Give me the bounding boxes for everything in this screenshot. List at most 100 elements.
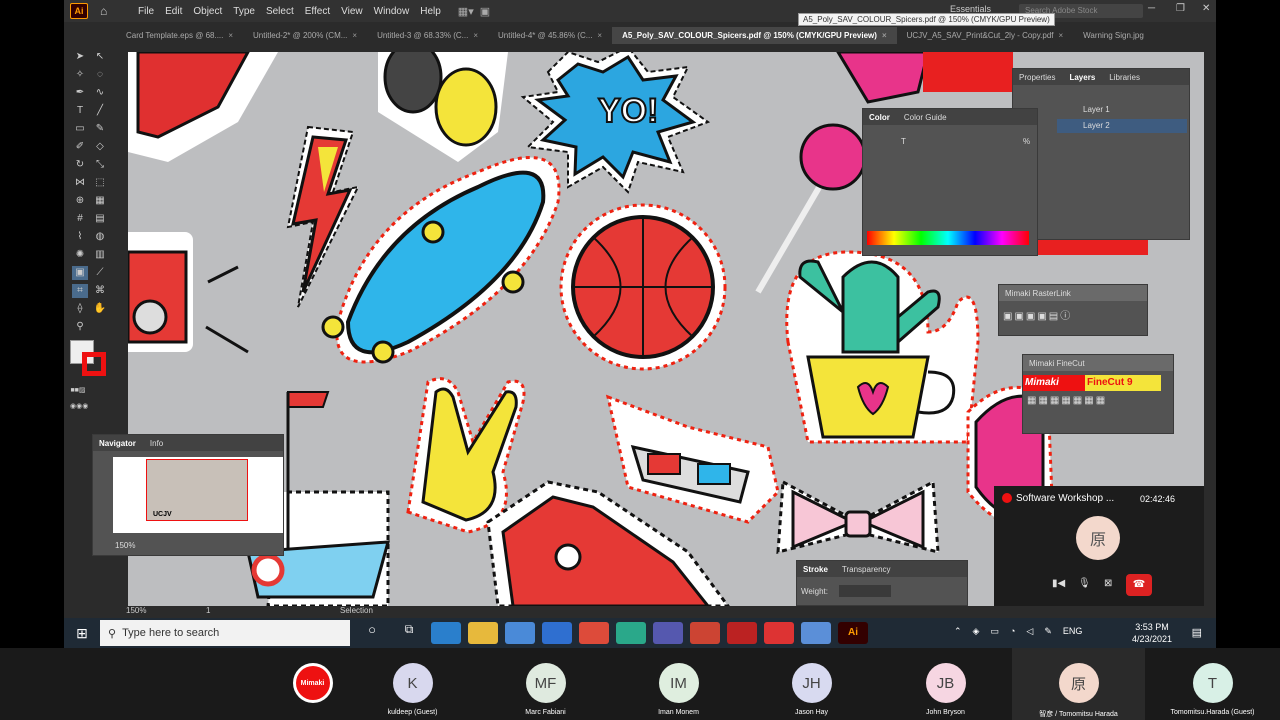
tab-color-guide[interactable]: Color Guide — [904, 113, 947, 122]
menu-help[interactable]: Help — [420, 6, 441, 17]
crop-icon[interactable]: ⌗ — [72, 284, 88, 298]
direct-selection-tool-icon[interactable]: ↖ — [92, 50, 108, 64]
teams-icon[interactable] — [653, 622, 683, 644]
tab-document[interactable]: UCJV_A5_SAV_Print&Cut_2ly - Copy.pdf × — [897, 27, 1074, 44]
pen-tool-icon[interactable]: ✒ — [72, 86, 88, 100]
arrange-documents-icon[interactable]: ▦▾ — [458, 5, 474, 18]
tray-battery-icon[interactable]: ▭ — [990, 626, 999, 637]
store-icon[interactable] — [505, 622, 535, 644]
task-view-icon[interactable]: ⧉ — [394, 622, 424, 644]
tab-layers[interactable]: Layers — [1069, 73, 1095, 82]
graph-icon[interactable]: ▥ — [92, 248, 108, 262]
menu-object[interactable]: Object — [193, 6, 222, 17]
selection-tool-icon[interactable]: ➤ — [72, 50, 88, 64]
mesh-icon[interactable]: # — [72, 212, 88, 226]
close-tab-icon[interactable]: × — [1059, 31, 1064, 40]
windows-start-icon[interactable]: ⊞ — [64, 625, 100, 642]
symbol-icon[interactable]: ⌘ — [92, 284, 108, 298]
app-icon[interactable] — [801, 622, 831, 644]
navigator-zoom[interactable]: 150% — [115, 541, 135, 550]
home-icon[interactable]: ⌂ — [100, 4, 116, 18]
menu-select[interactable]: Select — [266, 6, 294, 17]
close-tab-icon[interactable]: × — [473, 31, 478, 40]
edge-dev-icon[interactable] — [616, 622, 646, 644]
rotate-icon[interactable]: ↻ — [72, 158, 88, 172]
lasso-icon[interactable]: ◌ — [92, 68, 108, 82]
layer-row-selected[interactable]: Layer 2 — [1057, 119, 1187, 133]
shaper-icon[interactable]: ✐ — [72, 140, 88, 154]
free-transform-icon[interactable]: ⬚ — [92, 176, 108, 190]
width-tool-icon[interactable]: ⋈ — [72, 176, 88, 190]
leave-call-button[interactable]: ☎ — [1126, 574, 1152, 596]
color-spectrum-slider[interactable] — [867, 231, 1029, 245]
type-tool-icon[interactable]: T — [72, 104, 88, 118]
mute-icon[interactable]: 🎙 — [1078, 578, 1091, 589]
tray-volume-icon[interactable]: ◁ — [1026, 626, 1033, 637]
taskbar-clock[interactable]: 3:53 PM 4/23/2021 — [1132, 621, 1172, 645]
tray-chevron-icon[interactable]: ⌃ — [954, 626, 962, 637]
navigator-thumbnail[interactable]: UCJV — [113, 457, 283, 533]
video-off-icon[interactable]: ▮◀ — [1052, 578, 1065, 589]
paintbrush-icon[interactable]: ✎ — [92, 122, 108, 136]
tab-properties[interactable]: Properties — [1019, 73, 1055, 82]
artboard-icon[interactable]: ▣ — [72, 266, 88, 280]
tab-document[interactable]: Warning Sign.jpg — [1073, 27, 1154, 44]
color-mode-icons[interactable]: ■■▨ — [70, 384, 86, 398]
curvature-icon[interactable]: ∿ — [92, 86, 108, 100]
minimize-icon[interactable]: ─ — [1148, 3, 1155, 14]
status-page[interactable]: 1 — [206, 606, 210, 615]
scale-icon[interactable]: ⤡ — [92, 158, 108, 172]
slice-icon[interactable]: ⟋ — [92, 266, 108, 280]
illustrator-taskbar-icon[interactable]: Ai — [838, 622, 868, 644]
chrome-icon[interactable] — [579, 622, 609, 644]
menu-window[interactable]: Window — [374, 6, 410, 17]
stroke-weight-input[interactable] — [839, 585, 891, 597]
app-icon[interactable] — [690, 622, 720, 644]
acrobat-icon[interactable] — [764, 622, 794, 644]
tab-document[interactable]: Untitled-4* @ 45.86% (C... × — [488, 27, 612, 44]
menu-file[interactable]: File — [138, 6, 154, 17]
close-tab-icon[interactable]: × — [882, 31, 887, 40]
cortana-icon[interactable]: ○ — [357, 622, 387, 644]
taskbar-search-input[interactable]: ⚲ Type here to search — [100, 620, 350, 646]
blend-icon[interactable]: ◍ — [92, 230, 108, 244]
participant-tile[interactable]: JH Jason Hay — [745, 648, 878, 720]
tray-language[interactable]: ENG — [1063, 626, 1083, 637]
tab-document[interactable]: Untitled-2* @ 200% (CM... × — [243, 27, 367, 44]
menu-effect[interactable]: Effect — [305, 6, 330, 17]
tray-pen-icon[interactable]: ✎ — [1044, 626, 1052, 637]
tab-document[interactable]: Untitled-3 @ 68.33% (C... × — [367, 27, 488, 44]
notification-icon[interactable]: ▤ — [1192, 626, 1202, 639]
app-icon[interactable] — [727, 622, 757, 644]
symbol-sprayer-icon[interactable]: ✺ — [72, 248, 88, 262]
tab-stroke[interactable]: Stroke — [803, 565, 828, 574]
layer-row[interactable]: Layer 1 — [1057, 103, 1187, 117]
mail-icon[interactable] — [542, 622, 572, 644]
gradient-icon[interactable]: ▤ — [92, 212, 108, 226]
maximize-icon[interactable]: ❐ — [1176, 3, 1185, 14]
perspective-icon[interactable]: ▦ — [92, 194, 108, 208]
tray-network-icon[interactable]: ◈ — [973, 626, 980, 637]
share-icon[interactable]: ⊠ — [1104, 578, 1112, 589]
status-zoom[interactable]: 150% — [126, 606, 146, 615]
tab-color[interactable]: Color — [869, 113, 890, 122]
menu-view[interactable]: View — [341, 6, 363, 17]
eraser-icon[interactable]: ◇ — [92, 140, 108, 154]
menu-type[interactable]: Type — [233, 6, 255, 17]
knife-icon[interactable]: ⟠ — [72, 302, 88, 316]
edge-icon[interactable] — [431, 622, 461, 644]
close-tab-icon[interactable]: × — [228, 31, 233, 40]
rasterlink-tool-icons[interactable]: ▣▣▣▣▤ⓘ — [1003, 307, 1072, 322]
rectangle-tool-icon[interactable]: ▭ — [72, 122, 88, 136]
participant-tile[interactable]: Kkuldeep (Guest) — [346, 648, 479, 720]
participant-tile[interactable]: IM Iman Monem — [612, 648, 745, 720]
close-tab-icon[interactable]: × — [352, 31, 357, 40]
finecut-tool-icons[interactable]: ▦▦▦▦▦▦▦ — [1027, 395, 1107, 406]
participant-tile[interactable]: JB John Bryson — [879, 648, 1012, 720]
file-explorer-icon[interactable] — [468, 622, 498, 644]
tab-info[interactable]: Info — [150, 439, 163, 448]
participant-tile[interactable]: MF Marc Fabiani — [479, 648, 612, 720]
tab-transparency[interactable]: Transparency — [842, 565, 891, 574]
close-icon[interactable]: ✕ — [1202, 3, 1210, 14]
tray-wifi-icon[interactable]: ◔ — [1010, 626, 1015, 637]
